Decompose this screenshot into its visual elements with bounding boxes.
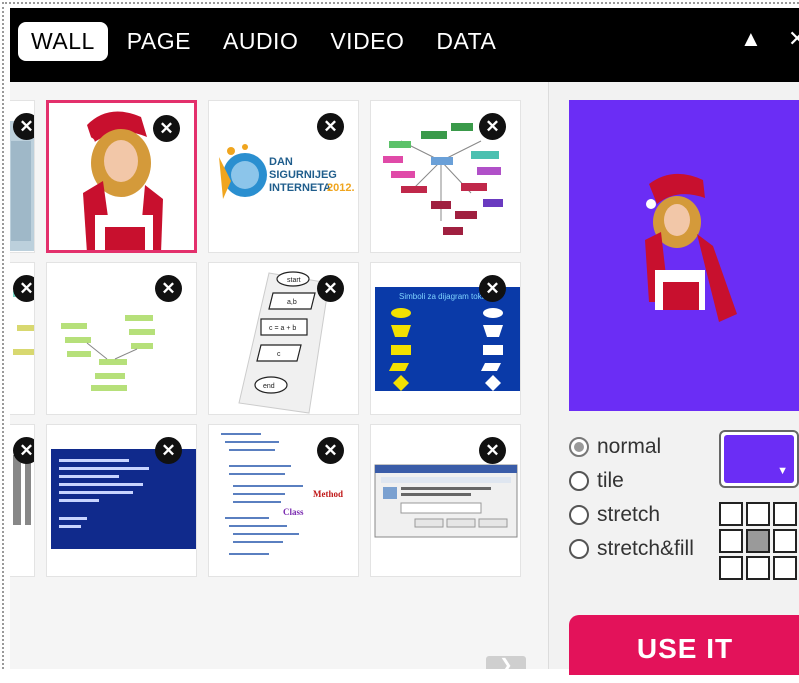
- align-top-left[interactable]: [719, 502, 743, 526]
- radio-normal[interactable]: [569, 437, 589, 457]
- annotation-method: Method: [313, 489, 343, 499]
- radio-stretch[interactable]: [569, 505, 589, 525]
- logo-text-interneta: INTERNETA: [269, 182, 331, 194]
- tab-bar: WALL PAGE AUDIO VIDEO DATA: [18, 22, 515, 61]
- align-center[interactable]: [746, 529, 770, 553]
- display-mode-group: normal tile stretch stretch&fill: [569, 430, 694, 566]
- mode-label-stretch: stretch: [597, 503, 661, 526]
- remove-tile-icon[interactable]: ✕: [479, 437, 506, 464]
- remove-tile-icon[interactable]: ✕: [317, 437, 344, 464]
- gallery-tile-dan-sigurnijeg-interneta[interactable]: DAN SIGURNIJEG INTERNETA 2012. ✕: [208, 100, 359, 253]
- tab-data[interactable]: DATA: [423, 22, 509, 61]
- flow-node-input: a,b: [287, 299, 297, 306]
- gallery-tile-partial-photo[interactable]: ✕: [10, 100, 35, 253]
- mode-label-tile: tile: [597, 469, 624, 492]
- remove-tile-icon[interactable]: ✕: [153, 115, 180, 142]
- scroll-next-arrow-icon[interactable]: ❯: [486, 656, 526, 669]
- mode-option-tile[interactable]: tile: [569, 464, 694, 498]
- gallery-tile-santa-girl[interactable]: ✕: [46, 100, 197, 253]
- dropdown-caret-icon: ▼: [777, 465, 788, 477]
- gallery-tile-dos-screen[interactable]: ✕: [46, 424, 197, 577]
- tab-video[interactable]: VIDEO: [317, 22, 417, 61]
- close-panel-icon[interactable]: ✕: [788, 26, 799, 52]
- annotation-class: Class: [283, 507, 304, 517]
- remove-tile-icon[interactable]: ✕: [317, 275, 344, 302]
- logo-text-sigurnijeg: SIGURNIJEG: [269, 169, 337, 181]
- mode-label-stretch-fill: stretch&fill: [597, 537, 694, 560]
- align-middle-left[interactable]: [719, 529, 743, 553]
- gallery-tile-partial-text[interactable]: ✕: [10, 424, 35, 577]
- preview-santa-girl-image: [645, 173, 737, 322]
- align-middle-right[interactable]: [773, 529, 797, 553]
- mode-label-normal: normal: [597, 435, 662, 458]
- gallery-tile-flowchart-green[interactable]: ✕: [46, 262, 197, 415]
- gallery-tile-flowchart-symbols[interactable]: Simboli za dijagram toka ✕: [370, 262, 521, 415]
- top-toolbar: WALL PAGE AUDIO VIDEO DATA ▲ ✕: [10, 8, 799, 82]
- alignment-grid: [719, 502, 797, 580]
- radio-tile[interactable]: [569, 471, 589, 491]
- image-gallery: ✕ ✕ DAN SIGURNIJEG INTERNETA 2012. ✕ ✕ ✕…: [10, 82, 548, 669]
- gallery-tile-partial-mindmap[interactable]: ✕: [10, 262, 35, 415]
- logo-text-dan: DAN: [269, 156, 293, 168]
- collapse-up-icon[interactable]: ▲: [740, 26, 762, 52]
- gallery-tile-code-listing[interactable]: Method Class ✕: [208, 424, 359, 577]
- align-bottom-right[interactable]: [773, 556, 797, 580]
- wallpaper-preview: [569, 100, 799, 411]
- use-it-button[interactable]: USE IT: [569, 615, 799, 675]
- gallery-tile-mind-map[interactable]: ✕: [370, 100, 521, 253]
- align-top-right[interactable]: [773, 502, 797, 526]
- remove-tile-icon[interactable]: ✕: [13, 275, 34, 302]
- remove-tile-icon[interactable]: ✕: [317, 113, 344, 140]
- tab-page[interactable]: PAGE: [114, 22, 204, 61]
- remove-tile-icon[interactable]: ✕: [479, 275, 506, 302]
- tab-wall[interactable]: WALL: [18, 22, 108, 61]
- flow-node-process: c = a + b: [269, 325, 296, 332]
- logo-text-year: 2012.: [327, 182, 355, 194]
- align-bottom-center[interactable]: [746, 556, 770, 580]
- gallery-tile-dialog-screenshot[interactable]: ✕: [370, 424, 521, 577]
- align-bottom-left[interactable]: [719, 556, 743, 580]
- tab-audio[interactable]: AUDIO: [210, 22, 311, 61]
- gallery-tile-flowchart-diagram[interactable]: start a,b c = a + b c end ✕: [208, 262, 359, 415]
- radio-stretch-fill[interactable]: [569, 539, 589, 559]
- flow-node-output: c: [277, 351, 281, 358]
- slide-title: Simboli za dijagram toka: [399, 292, 487, 301]
- remove-tile-icon[interactable]: ✕: [155, 275, 182, 302]
- background-color-picker[interactable]: ▼: [719, 430, 799, 488]
- mode-option-normal[interactable]: normal: [569, 430, 694, 464]
- remove-tile-icon[interactable]: ✕: [479, 113, 506, 140]
- remove-tile-icon[interactable]: ✕: [13, 437, 34, 464]
- color-swatch-fill: ▼: [724, 435, 794, 483]
- mode-option-stretch-fill[interactable]: stretch&fill: [569, 532, 694, 566]
- flow-node-end: end: [263, 383, 275, 390]
- properties-panel: normal tile stretch stretch&fill ▼ USE I…: [548, 82, 799, 675]
- align-top-center[interactable]: [746, 502, 770, 526]
- flow-node-start: start: [287, 277, 301, 284]
- remove-tile-icon[interactable]: ✕: [155, 437, 182, 464]
- remove-tile-icon[interactable]: ✕: [13, 113, 34, 140]
- mode-option-stretch[interactable]: stretch: [569, 498, 694, 532]
